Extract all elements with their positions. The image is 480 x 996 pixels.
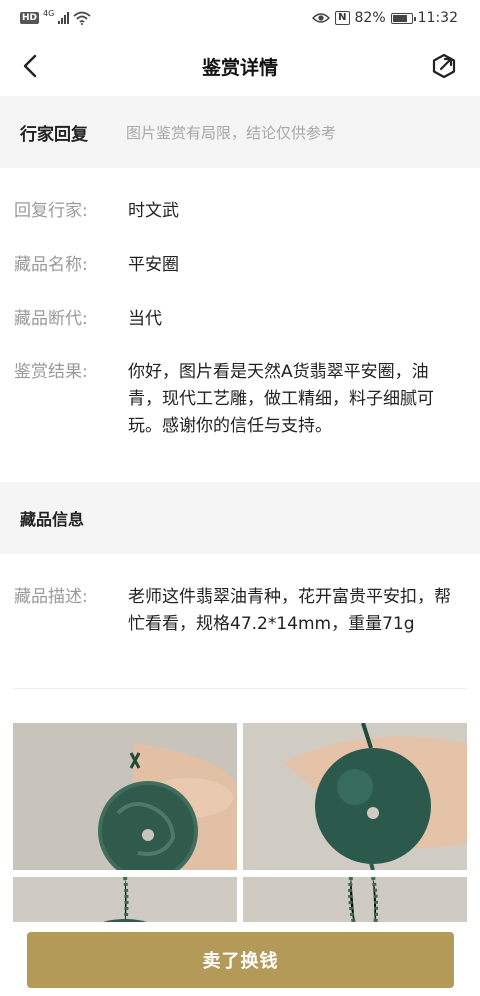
expert-name: 时文武 bbox=[128, 201, 179, 221]
jade-pendant-photo bbox=[243, 723, 467, 870]
appraisal-result: 你好，图片看是天然A货翡翠平安圈，油青，现代工艺雕，做工精细，料子细腻可玩。感谢… bbox=[128, 362, 434, 436]
row-label: 藏品断代: bbox=[14, 309, 88, 329]
divider bbox=[14, 688, 466, 689]
status-right: N 82% 11:32 bbox=[312, 10, 458, 26]
row-item-name: 藏品名称: 平安圈 bbox=[14, 252, 454, 279]
eye-icon bbox=[312, 13, 331, 23]
item-photo-3[interactable] bbox=[13, 877, 237, 927]
row-label: 藏品描述: bbox=[14, 587, 88, 607]
item-photo-4[interactable] bbox=[243, 877, 467, 927]
expert-reply-section-header: 行家回复 图片鉴赏有局限，结论仅供参考 bbox=[0, 96, 480, 168]
row-description: 藏品描述: 老师这件翡翠油青种，花开富贵平安扣，帮忙看看，规格47.2*14mm… bbox=[14, 584, 454, 638]
row-dating: 藏品断代: 当代 bbox=[14, 306, 454, 333]
item-description: 老师这件翡翠油青种，花开富贵平安扣，帮忙看看，规格47.2*14mm，重量71g bbox=[128, 587, 451, 634]
jade-pendant-photo bbox=[243, 877, 467, 927]
expert-reply-title: 行家回复 bbox=[20, 124, 88, 145]
status-bar: HD 4G N 82% 11:32 bbox=[0, 0, 480, 36]
wifi-icon bbox=[73, 11, 91, 25]
disclaimer-note: 图片鉴赏有局限，结论仅供参考 bbox=[126, 123, 337, 142]
share-icon bbox=[432, 53, 456, 79]
nfc-icon: N bbox=[335, 11, 350, 25]
hd-badge: HD bbox=[20, 12, 40, 24]
bottom-action-bar: 卖了换钱 bbox=[0, 922, 480, 996]
jade-pendant-photo bbox=[13, 877, 237, 927]
share-button[interactable] bbox=[428, 50, 460, 82]
row-result: 鉴赏结果: 你好，图片看是天然A货翡翠平安圈，油青，现代工艺雕，做工精细，料子细… bbox=[14, 359, 454, 440]
chevron-left-icon bbox=[23, 54, 37, 78]
battery-percent: 82% bbox=[354, 10, 386, 26]
signal-icon bbox=[58, 12, 70, 24]
row-label: 藏品名称: bbox=[14, 255, 88, 275]
item-info-title: 藏品信息 bbox=[20, 510, 85, 529]
item-photo-2[interactable] bbox=[243, 723, 467, 870]
status-left: HD 4G bbox=[20, 8, 91, 25]
nav-bar: 鉴赏详情 bbox=[0, 36, 480, 96]
clock: 11:32 bbox=[417, 10, 458, 26]
back-button[interactable] bbox=[14, 50, 46, 82]
item-photo-1[interactable] bbox=[13, 723, 237, 870]
item-info-section-header: 藏品信息 bbox=[0, 482, 480, 554]
item-dating: 当代 bbox=[128, 309, 162, 329]
jade-pendant-photo bbox=[13, 723, 237, 870]
network-type: 4G bbox=[43, 8, 55, 18]
row-expert: 回复行家: 时文武 bbox=[14, 198, 454, 225]
row-label: 回复行家: bbox=[14, 201, 88, 221]
row-label: 鉴赏结果: bbox=[14, 362, 88, 382]
sell-button[interactable]: 卖了换钱 bbox=[27, 932, 454, 988]
page-title: 鉴赏详情 bbox=[201, 56, 278, 79]
item-name: 平安圈 bbox=[128, 255, 179, 275]
battery-icon bbox=[390, 12, 416, 24]
